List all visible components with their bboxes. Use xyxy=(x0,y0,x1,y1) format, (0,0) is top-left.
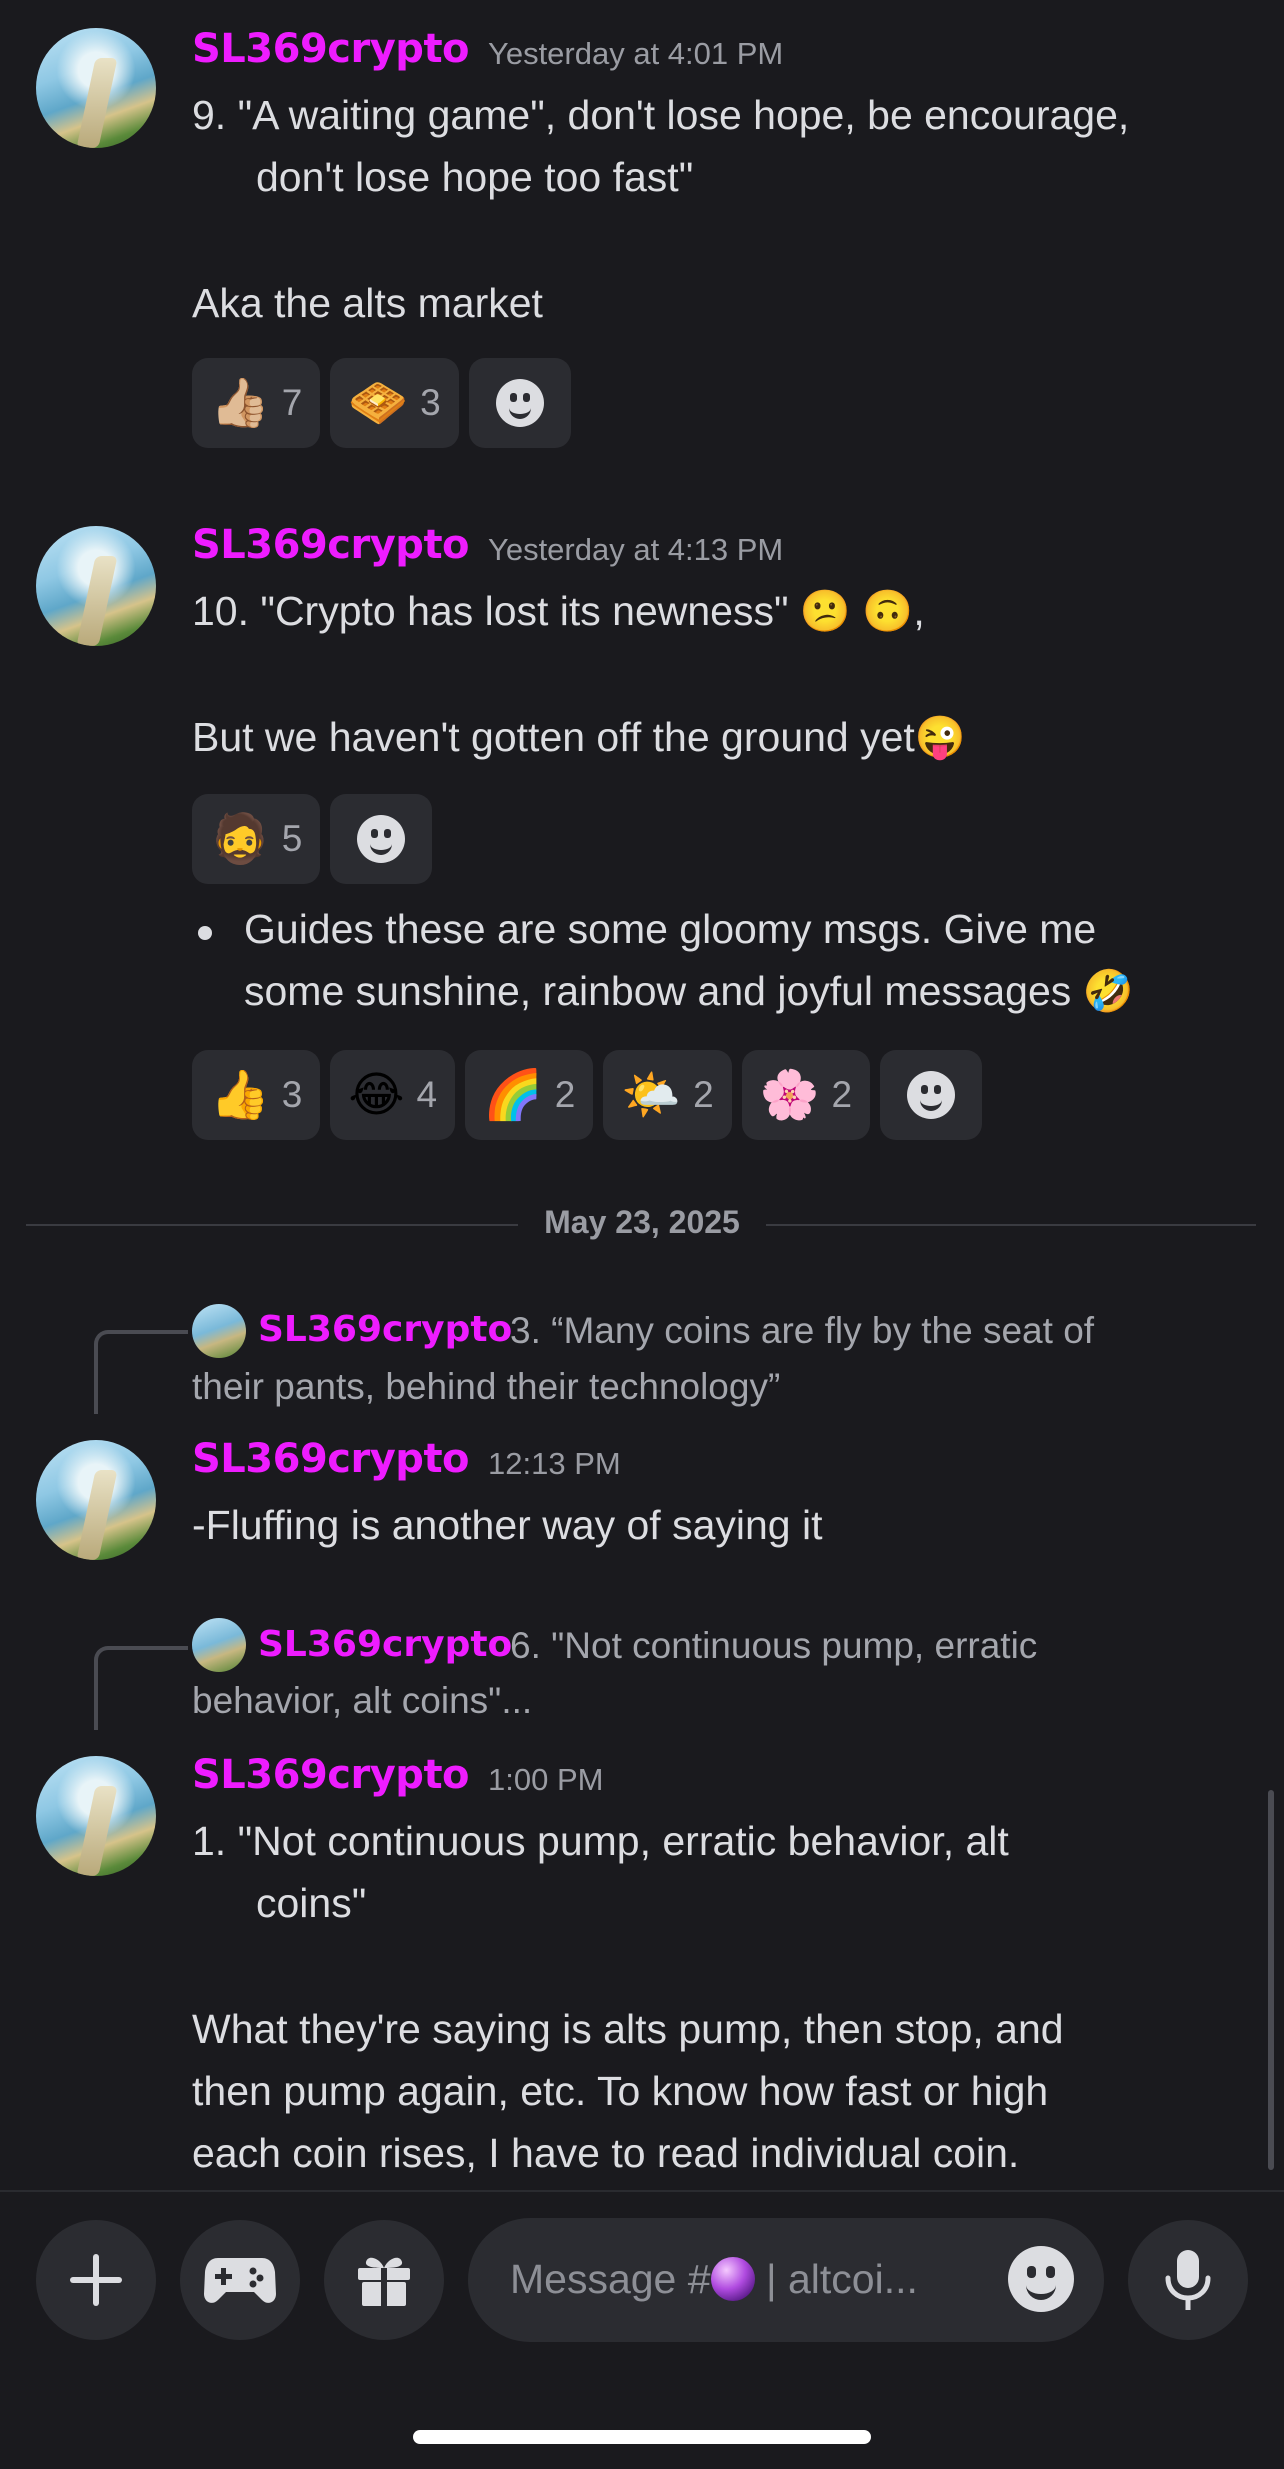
author-name[interactable]: SL369crypto xyxy=(192,522,470,568)
add-reaction-button[interactable] xyxy=(330,794,433,884)
avatar[interactable] xyxy=(36,1756,156,1876)
crystal-ball-icon xyxy=(710,2257,755,2301)
author-name[interactable]: SL369crypto xyxy=(192,1752,470,1798)
reaction-bar: 👍 3 😂 4 🌈 2 🌤️ 2 🌸 2 xyxy=(192,1050,983,1140)
message-text: But we haven't gotten off the ground yet… xyxy=(192,714,966,760)
add-reaction-icon xyxy=(357,815,406,863)
reply-preview[interactable]: 6. "Not continuous pump, erratic xyxy=(510,1625,1037,1667)
gift-button[interactable] xyxy=(324,2220,444,2340)
scrollbar[interactable] xyxy=(1268,1790,1274,2170)
message-text: coins" xyxy=(256,1880,367,1926)
apps-button[interactable] xyxy=(180,2220,300,2340)
reply-preview[interactable]: behavior, alt coins"... xyxy=(192,1680,532,1722)
reaction[interactable]: 🧔 5 xyxy=(192,794,321,884)
date-divider-label: May 23, 2025 xyxy=(518,1204,766,1240)
attach-button[interactable] xyxy=(36,2220,156,2340)
reaction[interactable]: 👍🏼 7 xyxy=(192,358,321,448)
timestamp: Yesterday at 4:13 PM xyxy=(488,532,784,567)
message-text: 9. "A waiting game", don't lose hope, be… xyxy=(192,92,1130,138)
reaction-count: 2 xyxy=(554,1074,576,1115)
reply-avatar xyxy=(192,1304,246,1358)
timestamp: 12:13 PM xyxy=(488,1446,621,1481)
message-text: 10. "Crypto has lost its newness" 😕 🙃, xyxy=(192,588,925,634)
reaction[interactable]: 😂 4 xyxy=(330,1050,456,1140)
reaction[interactable]: 🌤️ 2 xyxy=(603,1050,732,1140)
emoji-icon[interactable] xyxy=(1008,2246,1074,2312)
reply-preview[interactable]: their pants, behind their technology” xyxy=(192,1366,780,1408)
timestamp: Yesterday at 4:01 PM xyxy=(488,36,784,71)
add-reaction-icon xyxy=(907,1071,956,1119)
reaction-count: 4 xyxy=(416,1074,438,1115)
cherry-blossom-icon: 🌸 xyxy=(759,1067,820,1123)
home-indicator[interactable] xyxy=(413,2430,871,2444)
reply-connector xyxy=(94,1646,188,1730)
add-reaction-button[interactable] xyxy=(880,1050,983,1140)
reaction-count: 3 xyxy=(420,382,441,423)
message-text: then pump again, etc. To know how fast o… xyxy=(192,2068,1049,2114)
bullet-icon xyxy=(198,926,212,940)
composer-divider xyxy=(0,2190,1284,2192)
reaction-count: 7 xyxy=(281,382,303,423)
reaction[interactable]: 🌸 2 xyxy=(741,1050,871,1140)
sun-cloud-icon: 🌤️ xyxy=(621,1067,682,1123)
microphone-icon xyxy=(1165,2250,1211,2310)
message-text: each coin rises, I have to read individu… xyxy=(192,2130,1020,2176)
reply-author[interactable]: SL369crypto xyxy=(258,1624,512,1665)
reaction[interactable]: 👍 3 xyxy=(192,1050,321,1140)
reaction-count: 3 xyxy=(281,1074,303,1115)
message-text: 1. "Not continuous pump, erratic behavio… xyxy=(192,1818,1009,1864)
reaction[interactable]: 🧇 3 xyxy=(330,358,459,448)
custom-face-icon: 🧔 xyxy=(210,811,270,867)
reaction-bar: 👍🏼 7 🧇 3 xyxy=(192,358,571,448)
reply-author[interactable]: SL369crypto xyxy=(258,1309,512,1350)
thumbs-up-icon: 👍🏼 xyxy=(210,375,270,431)
avatar[interactable] xyxy=(36,28,156,148)
add-reaction-icon xyxy=(495,379,544,427)
message-text: don't lose hope too fast" xyxy=(256,154,694,200)
reply-connector xyxy=(94,1330,188,1414)
reaction-count: 2 xyxy=(831,1074,853,1115)
date-divider: May 23, 2025 xyxy=(0,1204,1284,1241)
cat-bread-icon: 🧇 xyxy=(348,375,409,431)
plus-icon xyxy=(70,2254,122,2306)
reply-preview[interactable]: 3. “Many coins are fly by the seat of xyxy=(510,1310,1094,1352)
reaction-count: 5 xyxy=(281,818,303,859)
laughing-face-icon: 😂 xyxy=(348,1067,405,1123)
gift-icon xyxy=(358,2257,410,2306)
author-name[interactable]: SL369crypto xyxy=(192,26,470,72)
placeholder-prefix: Message # xyxy=(510,2256,711,2302)
message-text: -Fluffing is another way of saying it xyxy=(192,1502,823,1548)
gamepad-icon xyxy=(204,2258,276,2303)
rainbow-icon: 🌈 xyxy=(483,1067,543,1123)
reaction-bar: 🧔 5 xyxy=(192,794,433,884)
channel-name: | altcoi... xyxy=(754,2256,918,2302)
message-input-placeholder: Message # | altcoi... xyxy=(510,2256,918,2303)
avatar[interactable] xyxy=(36,1440,156,1560)
thumbs-up-icon: 👍 xyxy=(210,1067,270,1123)
avatar[interactable] xyxy=(36,526,156,646)
reply-avatar xyxy=(192,1618,246,1672)
message-input[interactable]: Message # | altcoi... xyxy=(468,2218,1104,2342)
message-text: What they're saying is alts pump, then s… xyxy=(192,2006,1064,2052)
message-text: Guides these are some gloomy msgs. Give … xyxy=(244,906,1097,952)
message-list[interactable]: SL369crypto Yesterday at 4:01 PM 9. "A w… xyxy=(0,0,1284,2190)
author-name[interactable]: SL369crypto xyxy=(192,1436,470,1482)
message-text: Aka the alts market xyxy=(192,280,543,326)
reaction[interactable]: 🌈 2 xyxy=(465,1050,594,1140)
message-text: some sunshine, rainbow and joyful messag… xyxy=(244,968,1134,1014)
reaction-count: 2 xyxy=(693,1074,714,1115)
add-reaction-button[interactable] xyxy=(468,358,571,448)
voice-button[interactable] xyxy=(1128,2220,1248,2340)
timestamp: 1:00 PM xyxy=(488,1762,604,1797)
